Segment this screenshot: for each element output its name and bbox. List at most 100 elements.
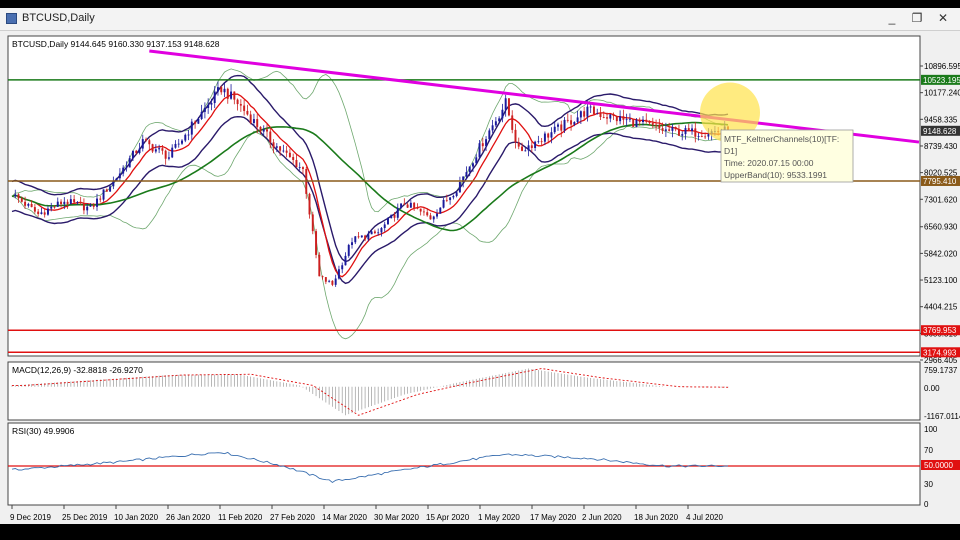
candle-body (560, 124, 563, 131)
candle-body (664, 129, 667, 131)
candle-body (658, 124, 661, 129)
candle-body (50, 206, 53, 209)
candle-body (599, 113, 602, 118)
time-axis-label: 10 Jan 2020 (114, 513, 159, 522)
candle-body (223, 88, 226, 93)
candle-body (642, 119, 644, 123)
candle-body (56, 201, 59, 207)
chart-canvas[interactable]: BTCUSD,Daily 9144.645 9160.330 9137.153 … (0, 30, 960, 524)
candle-body (514, 129, 517, 143)
candle-body (46, 208, 49, 215)
candle-body (478, 143, 481, 158)
candle-body (570, 120, 573, 125)
candle-body (485, 139, 488, 147)
candle-body (671, 127, 674, 131)
candle-body (677, 129, 680, 136)
screen-frame: BTCUSD,Daily _ ❐ ✕ BTCUSD,Daily 9144.645… (0, 0, 960, 540)
candle-body (230, 91, 233, 99)
candle-body (282, 150, 285, 152)
candle-body (583, 111, 586, 117)
candle-body (99, 198, 102, 200)
candle-body (24, 201, 27, 206)
candle-body (73, 199, 76, 203)
candle-body (298, 167, 301, 168)
candle-body (187, 134, 190, 136)
time-axis-label: 18 Jun 2020 (634, 513, 679, 522)
candle-body (334, 278, 337, 285)
candle-body (504, 98, 507, 110)
price-axis-label: 6560.930 (924, 223, 958, 232)
candle-body (194, 121, 197, 124)
candle-body (550, 132, 553, 138)
candle-body (177, 143, 180, 145)
candle-body (295, 159, 298, 168)
candle-body (347, 244, 350, 256)
time-axis-label: 26 Jan 2020 (166, 513, 211, 522)
candle-body (20, 198, 23, 202)
candle-body (697, 136, 700, 137)
candle-body (154, 149, 157, 152)
candle-body (354, 236, 357, 243)
rsi-axis-50: 50.0000 (924, 461, 953, 470)
candle-body (370, 231, 373, 235)
candle-body (63, 201, 66, 205)
window-title: BTCUSD,Daily (22, 12, 95, 24)
candle-body (174, 143, 177, 148)
close-icon[interactable]: ✕ (932, 10, 954, 26)
candle-body (328, 280, 331, 282)
time-axis-label: 4 Jul 2020 (686, 513, 723, 522)
candle-body (406, 204, 409, 208)
candle-body (530, 145, 533, 148)
candle-body (92, 205, 95, 207)
candle-body (416, 207, 419, 209)
candle-body (53, 206, 56, 208)
candle-body (439, 207, 442, 214)
price-axis-label: 5123.100 (924, 276, 958, 285)
time-axis-label: 15 Apr 2020 (426, 513, 470, 522)
candle-body (436, 213, 439, 217)
candle-body (148, 140, 151, 145)
candle-body (612, 114, 615, 117)
restore-icon[interactable]: ❐ (906, 10, 928, 26)
candle-body (687, 128, 690, 132)
candle-body (625, 119, 628, 121)
candle-body (266, 129, 268, 132)
candle-body (615, 116, 618, 122)
rsi-pane (7, 422, 921, 506)
candle-body (311, 214, 314, 232)
candle-body (357, 236, 360, 238)
candle-body (632, 118, 635, 127)
rsi-axis-70: 70 (924, 446, 933, 455)
candle-body (609, 114, 612, 119)
candle-body (301, 167, 304, 169)
candle-body (360, 235, 363, 238)
candle-body (125, 167, 128, 169)
candle-body (452, 195, 455, 198)
price-axis-label: 10896.595 (924, 62, 960, 71)
candle-body (537, 141, 540, 143)
candle-body (557, 124, 559, 127)
candle-body (390, 214, 393, 219)
candle-body (465, 172, 468, 177)
price-axis-label: 2966.405 (924, 356, 958, 365)
candle-body (517, 142, 520, 147)
minimize-icon[interactable]: _ (881, 10, 903, 26)
candle-body (413, 202, 416, 208)
candle-body (494, 121, 497, 126)
candle-body (76, 201, 79, 203)
time-axis-label: 25 Dec 2019 (62, 513, 108, 522)
candle-body (216, 87, 219, 92)
candle-body (403, 203, 406, 205)
level-tag-label: 3769.953 (923, 326, 957, 335)
candle-body (272, 142, 275, 148)
window-titlebar[interactable]: BTCUSD,Daily _ ❐ ✕ (0, 8, 960, 31)
candle-body (481, 143, 484, 147)
level-tag-label: 9148.628 (923, 127, 957, 136)
candle-body (128, 158, 131, 168)
candle-body (455, 192, 458, 196)
candle-body (292, 157, 295, 160)
candle-body (69, 199, 72, 205)
candle-body (141, 139, 144, 149)
candle-body (579, 111, 582, 118)
candle-body (190, 121, 193, 135)
